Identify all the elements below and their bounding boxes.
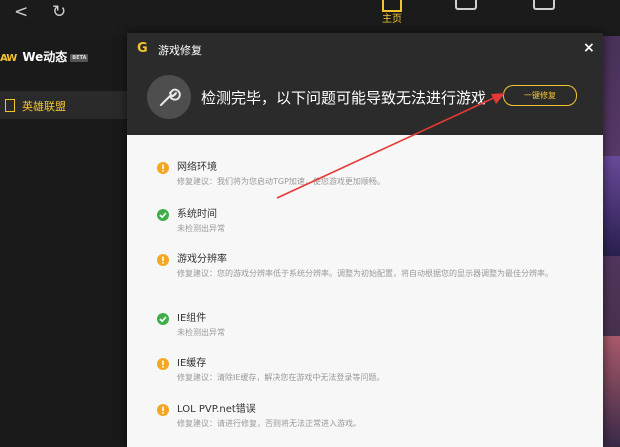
back-icon[interactable]: <: [14, 4, 28, 21]
warning-icon: [157, 404, 169, 416]
tab-home[interactable]: 主页: [372, 0, 412, 32]
list-item: IE缓存 修复建议：清除IE缓存，解决您在游戏中无法登录等问题。: [155, 351, 384, 385]
item-desc: 修复建议：您的游戏分辨率低于系统分辨率。调整为初始配置，将自动根据您的显示器调整…: [177, 269, 553, 278]
wrench-icon: [147, 75, 191, 119]
dialog-title: 游戏修复: [158, 44, 202, 57]
item-desc: 修复建议：请进行修复，否则将无法正常进入游戏。: [177, 419, 361, 428]
item-title: IE缓存: [177, 358, 207, 369]
item-title: 网络环境: [177, 162, 217, 173]
close-button[interactable]: ×: [583, 40, 595, 56]
brand-name: We动态: [22, 50, 68, 64]
sidebar-item-label: 英雄联盟: [22, 100, 66, 113]
sidebar-item-lol[interactable]: 英雄联盟: [0, 91, 130, 119]
item-desc: 修复建议：清除IE缓存，解决您在游戏中无法登录等问题。: [177, 373, 385, 382]
list-item: IE组件 未检测出异常: [155, 306, 225, 340]
beta-badge: BETA: [70, 53, 89, 62]
tab-home-label: 主页: [382, 14, 402, 25]
one-click-fix-button[interactable]: 一键修复: [503, 85, 577, 106]
check-icon: [157, 209, 169, 221]
repair-dialog: G 游戏修复 × 检测完毕，以下问题可能导致无法进行游戏 一键修复 网络环境 修…: [127, 33, 603, 447]
item-desc: 未检测出异常: [177, 224, 225, 233]
item-title: 系统时间: [177, 209, 217, 220]
game-icon: [5, 99, 15, 112]
sidebar: AW We动态 BETA 英雄联盟: [0, 36, 130, 447]
top-bar: < ↻ 主页: [0, 0, 620, 36]
home-icon: [382, 0, 402, 12]
item-title: LOL PVP.net错误: [177, 404, 256, 415]
item-desc: 未检测出异常: [177, 328, 225, 337]
list-item: LOL PVP.net错误 修复建议：请进行修复，否则将无法正常进入游戏。: [155, 397, 361, 431]
list-item: 游戏分辨率 修复建议：您的游戏分辨率低于系统分辨率。调整为初始配置，将自动根据您…: [155, 247, 553, 281]
dialog-header: G 游戏修复 × 检测完毕，以下问题可能导致无法进行游戏 一键修复: [127, 33, 603, 135]
warning-icon: [157, 358, 169, 370]
item-title: 游戏分辨率: [177, 254, 227, 265]
check-icon: [157, 313, 169, 325]
result-headline: 检测完毕，以下问题可能导致无法进行游戏: [201, 89, 487, 107]
logo-icon: G: [137, 41, 148, 56]
warning-icon: [157, 254, 169, 266]
warning-icon: [157, 162, 169, 174]
brand-mark: AW: [0, 53, 17, 64]
item-title: IE组件: [177, 313, 207, 324]
tab-video-icon[interactable]: [533, 0, 555, 10]
item-desc: 修复建议：我们将为您启动TGP加速，使您游戏更加顺畅。: [177, 177, 385, 186]
list-item: 系统时间 未检测出异常: [155, 202, 225, 236]
list-item: 网络环境 修复建议：我们将为您启动TGP加速，使您游戏更加顺畅。: [155, 155, 385, 189]
refresh-icon[interactable]: ↻: [52, 4, 66, 21]
brand[interactable]: AW We动态 BETA: [0, 48, 89, 65]
tab-shop-icon[interactable]: [455, 0, 477, 10]
